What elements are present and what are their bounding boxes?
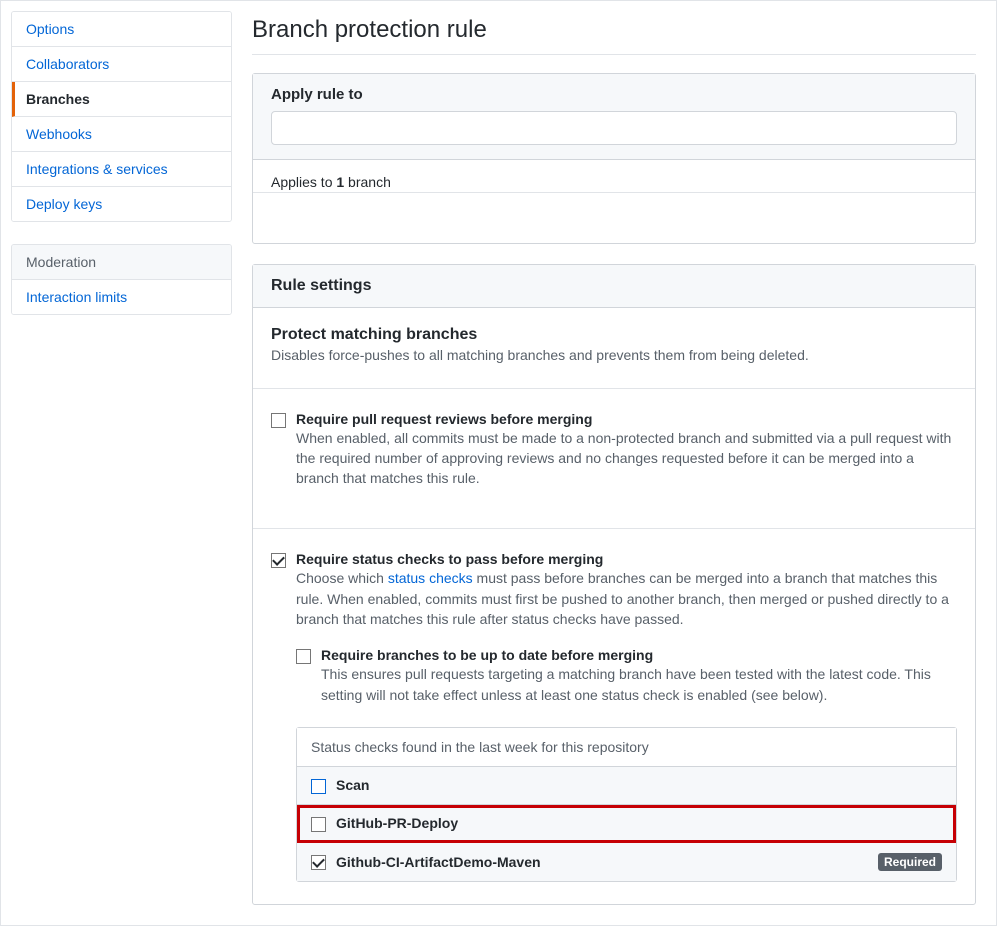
require-pr-reviews-desc: When enabled, all commits must be made t… [296, 428, 957, 489]
require-pr-reviews-label: Require pull request reviews before merg… [296, 411, 957, 427]
status-check-row-scan[interactable]: Scan [297, 767, 956, 805]
status-check-ci-maven-checkbox[interactable] [311, 855, 326, 870]
nav-item-collaborators[interactable]: Collaborators [12, 47, 231, 82]
require-status-checks-checkbox[interactable] [271, 553, 286, 568]
rule-settings-panel: Rule settings Protect matching branches … [252, 264, 976, 905]
status-check-scan-label: Scan [336, 777, 369, 793]
protect-heading: Protect matching branches [271, 326, 957, 344]
require-up-to-date-checkbox[interactable] [296, 649, 311, 664]
nav-item-integrations[interactable]: Integrations & services [12, 152, 231, 187]
status-check-pr-deploy-checkbox[interactable] [311, 817, 326, 832]
require-pr-reviews-checkbox[interactable] [271, 413, 286, 428]
nav-item-options[interactable]: Options [12, 12, 231, 47]
applies-to-text: Applies to 1 branch [253, 160, 975, 193]
status-check-pr-deploy-label: GitHub-PR-Deploy [336, 815, 458, 831]
status-check-row-pr-deploy[interactable]: GitHub-PR-Deploy [297, 805, 956, 843]
require-status-checks-desc: Choose which status checks must pass bef… [296, 568, 957, 629]
nav-item-branches[interactable]: Branches [12, 82, 231, 117]
branch-pattern-input[interactable] [271, 111, 957, 145]
moderation-header: Moderation [12, 245, 231, 280]
status-check-scan-checkbox[interactable] [311, 779, 326, 794]
require-up-to-date-label: Require branches to be up to date before… [321, 647, 957, 663]
nav-item-webhooks[interactable]: Webhooks [12, 117, 231, 152]
require-status-checks-label: Require status checks to pass before mer… [296, 551, 957, 567]
rule-settings-header: Rule settings [253, 265, 975, 308]
settings-nav: Options Collaborators Branches Webhooks … [11, 11, 232, 222]
status-checks-box: Status checks found in the last week for… [296, 727, 957, 882]
status-checks-link[interactable]: status checks [388, 570, 473, 586]
status-check-row-ci-maven[interactable]: Github-CI-ArtifactDemo-Maven Required [297, 843, 956, 881]
required-badge: Required [878, 853, 942, 871]
require-up-to-date-desc: This ensures pull requests targeting a m… [321, 664, 957, 705]
protect-desc: Disables force-pushes to all matching br… [271, 346, 957, 366]
apply-rule-label: Apply rule to [271, 86, 957, 103]
moderation-nav: Moderation Interaction limits [11, 244, 232, 315]
nav-item-deploy-keys[interactable]: Deploy keys [12, 187, 231, 221]
status-check-ci-maven-label: Github-CI-ArtifactDemo-Maven [336, 854, 541, 870]
page-title: Branch protection rule [252, 16, 976, 55]
nav-item-interaction-limits[interactable]: Interaction limits [12, 280, 231, 314]
status-checks-found-label: Status checks found in the last week for… [297, 728, 956, 767]
apply-rule-panel: Apply rule to Applies to 1 branch [252, 73, 976, 244]
